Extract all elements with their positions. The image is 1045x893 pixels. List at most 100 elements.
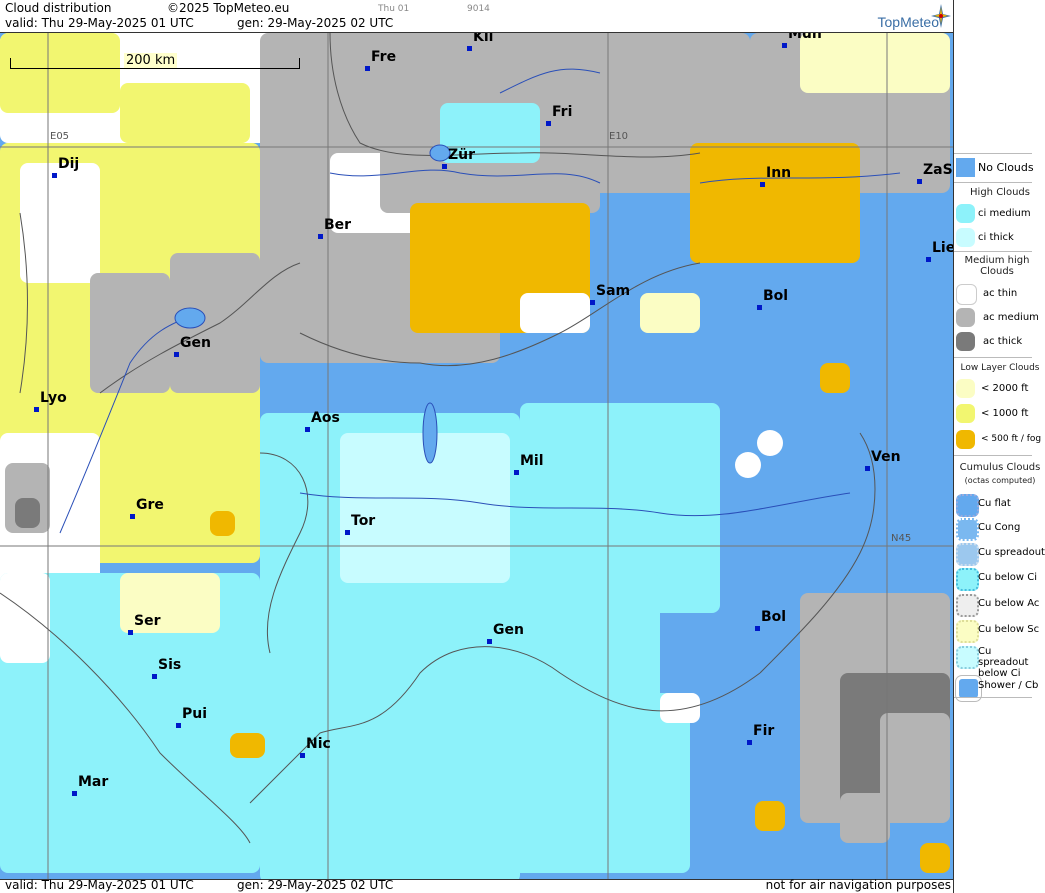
shower-cell: [735, 452, 761, 478]
city-dot: [305, 427, 310, 432]
header-small-label: Thu 01: [378, 4, 410, 14]
city-dot: [514, 470, 519, 475]
map-footer: valid: Thu 29-May-2025 01 UTC gen: 29-Ma…: [0, 878, 1045, 893]
legend-cumulus-title: Cumulus Clouds: [959, 462, 1041, 473]
legend-swatch: [956, 379, 975, 398]
city-dot: [365, 66, 370, 71]
city-dot: [467, 46, 472, 51]
legend-label: Cu Cong: [978, 522, 1021, 533]
city-label: Ber: [324, 217, 352, 233]
legend-label: Cu flat: [978, 498, 1011, 509]
lake: [422, 402, 438, 464]
cloud-region: [820, 363, 850, 393]
legend-medium-title: Medium high Clouds: [964, 255, 1030, 277]
city-dot: [487, 639, 492, 644]
legend-swatch: [956, 308, 975, 327]
legend-cumulus-sub: (octas computed): [964, 476, 1036, 485]
city-dot: [546, 121, 551, 126]
city-dot: [318, 234, 323, 239]
city-label: Fre: [371, 49, 397, 65]
cloud-region: [230, 733, 265, 758]
city-label: Zür: [448, 147, 476, 163]
legend-label: ci medium: [978, 208, 1031, 219]
grid-label-n45: N45: [891, 533, 912, 544]
legend-label: < 1000 ft: [981, 408, 1029, 419]
lake: [429, 144, 451, 162]
cloud-region: [210, 511, 235, 536]
legend-swatch: [956, 284, 977, 305]
map-title: Cloud distribution: [5, 1, 112, 15]
legend-swatch: [956, 204, 975, 223]
footer-gen-time: gen: 29-May-2025 02 UTC: [237, 878, 394, 892]
legend-panel: No Clouds High Clouds ci medium ci thick…: [953, 0, 1045, 893]
city-label: Fir: [753, 723, 775, 739]
legend-label: ac thick: [983, 336, 1023, 347]
city-dot: [590, 300, 595, 305]
city-dot: [52, 173, 57, 178]
legend-label: < 500 ft / fog: [981, 434, 1042, 444]
city-label: Kli: [473, 32, 494, 45]
cloud-region: [690, 143, 860, 263]
city-dot: [747, 740, 752, 745]
city-label: Mar: [78, 774, 109, 790]
cloud-region: [0, 573, 50, 663]
city-dot: [128, 630, 133, 635]
city-label: Nic: [306, 736, 331, 752]
legend-label: Cu below Ci: [978, 572, 1038, 583]
legend-high-title: High Clouds: [970, 187, 1030, 198]
city-dot: [72, 791, 77, 796]
legend-swatch: [956, 332, 975, 351]
legend-label: < 2000 ft: [981, 383, 1029, 394]
cloud-region: [660, 693, 700, 723]
city-label: Ser: [134, 613, 161, 629]
cloud-region: [800, 33, 950, 93]
city-label: Inn: [766, 165, 792, 181]
legend-label: Cu spreadout below Ci: [978, 646, 1029, 679]
city-label: Gre: [136, 497, 164, 513]
cloud-map[interactable]: Fre Kli Mün Fri Dij Zür Inn ZaS Ber Lie Sam Bol Gen L…: [0, 32, 953, 880]
city-label: Gen: [180, 335, 211, 351]
city-label: Sis: [158, 657, 182, 673]
legend-label: Cu below Sc: [978, 624, 1040, 635]
city-dot: [757, 305, 762, 310]
city-dot: [442, 164, 447, 169]
city-dot: [152, 674, 157, 679]
legend-swatch: [956, 543, 979, 566]
footer-valid-time: valid: Thu 29-May-2025 01 UTC: [5, 878, 194, 892]
city-dot: [34, 407, 39, 412]
legend-swatch: [956, 228, 975, 247]
legend-swatch: [956, 430, 975, 449]
cloud-region: [20, 163, 100, 283]
city-dot: [917, 179, 922, 184]
city-label: ZaS: [923, 162, 953, 178]
grid-label-e05: E05: [50, 131, 70, 142]
copyright: ©2025 TopMeteo.eu: [167, 1, 290, 15]
city-label: Mil: [520, 453, 544, 469]
legend-label: Cu spreadout: [978, 547, 1045, 558]
city-dot: [760, 182, 765, 187]
valid-time: valid: Thu 29-May-2025 01 UTC: [5, 16, 194, 30]
gen-time: gen: 29-May-2025 02 UTC: [237, 16, 394, 30]
city-dot: [755, 626, 760, 631]
city-dot: [865, 466, 870, 471]
header-small-number: 9014: [467, 4, 490, 14]
cloud-region: [880, 713, 950, 823]
scale-label: 200 km: [124, 53, 178, 68]
city-dot: [926, 257, 931, 262]
city-label: Bol: [763, 288, 789, 304]
legend-label: No Clouds: [978, 161, 1034, 174]
city-label: Mün: [788, 32, 822, 42]
legend-swatch: [956, 494, 979, 517]
cloud-region: [755, 801, 785, 831]
legend-swatch: [956, 404, 975, 423]
legend-swatch: [956, 568, 979, 591]
city-label: Ven: [871, 449, 901, 465]
city-dot: [176, 723, 181, 728]
cloud-region: [0, 33, 120, 113]
map-header: Cloud distribution ©2025 TopMeteo.eu Thu…: [0, 0, 953, 32]
cloud-region: [640, 293, 700, 333]
cloud-region: [920, 843, 950, 873]
legend-swatch: [956, 594, 979, 617]
legend-label: ci thick: [978, 232, 1014, 243]
city-label: Sam: [596, 283, 631, 299]
